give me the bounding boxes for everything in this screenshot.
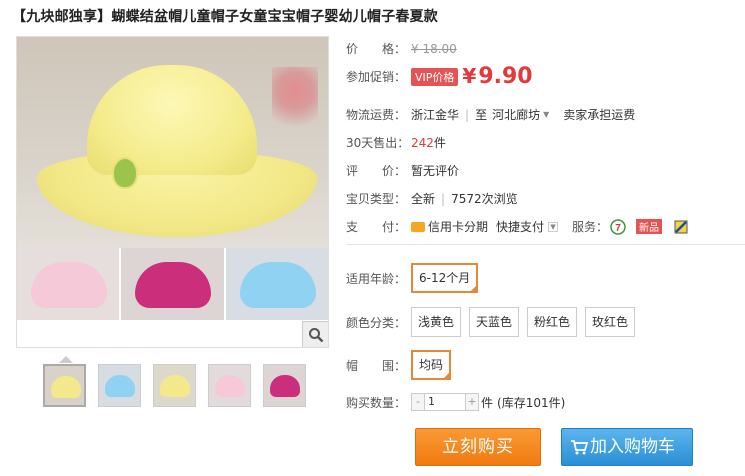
quantity-label: 购买数量：	[346, 395, 407, 410]
svg-text:7: 7	[615, 223, 621, 234]
promo-label: 参加促销：	[346, 70, 407, 84]
payment-label: 支 付：	[346, 220, 407, 234]
color-label: 颜色分类：	[346, 315, 407, 330]
review-value[interactable]: 暂无评价	[411, 162, 459, 179]
color-option-light-yellow[interactable]: 浅黄色	[411, 307, 462, 337]
hat-crown	[87, 65, 257, 175]
vip-price-tag: VIP价格	[411, 67, 459, 86]
quantity-plus-button[interactable]: +	[465, 393, 479, 411]
yellow-hat-photo	[17, 37, 328, 248]
shipping-label: 物流运费：	[346, 108, 407, 122]
thumbnail-rose[interactable]	[263, 364, 306, 407]
type-row: 宝贝类型： 全新 | 7572次浏览	[346, 191, 518, 207]
section-divider	[346, 244, 745, 245]
review-row: 评 价： 暂无评价	[346, 162, 459, 179]
sales-row: 30天售出： 242 件	[346, 134, 446, 151]
sales-unit: 件	[433, 136, 446, 150]
thumbnail-blue[interactable]	[98, 364, 141, 407]
age-option-selected[interactable]: 6-12个月	[411, 263, 479, 293]
shipping-note: 卖家承担运费	[563, 108, 636, 122]
thumbnail-pink[interactable]	[208, 364, 251, 407]
product-title: 【九块邮独享】蝴蝶结盆帽儿童帽子女童宝宝帽子婴幼儿帽子春夏款	[12, 9, 438, 25]
quick-pay-dropdown-icon[interactable]: ▼	[548, 221, 559, 232]
size-label: 帽 围：	[346, 358, 407, 373]
credit-card-icon	[411, 221, 425, 232]
type-value: 全新	[411, 192, 436, 206]
original-price: ¥ 18.00	[411, 41, 457, 56]
chevron-down-icon[interactable]: ▼	[543, 110, 549, 119]
ship-to-select[interactable]: 河北廊坊	[492, 106, 540, 123]
size-option-selected[interactable]: 均码	[411, 350, 452, 380]
size-row: 帽 围： 均码	[346, 350, 459, 380]
yen-symbol: ¥	[462, 64, 477, 88]
hat-badge	[112, 157, 138, 189]
type-label: 宝贝类型：	[346, 192, 407, 206]
magnifier-icon	[308, 327, 323, 342]
price-row: 价 格： ¥ 18.00	[346, 40, 457, 57]
view-count: 7572次浏览	[451, 192, 518, 206]
product-main-image[interactable]	[16, 36, 329, 348]
blue-hat-photo	[225, 248, 328, 320]
payment-row: 支 付： 信用卡分期 快捷支付 ▼ 服务： 7 新品	[346, 218, 688, 235]
sales-label: 30天售出：	[346, 136, 410, 150]
cart-icon	[571, 440, 588, 455]
thumbnail-list	[43, 364, 306, 407]
guarantee-icon[interactable]	[674, 220, 688, 234]
new-badge[interactable]: 新品	[636, 219, 663, 234]
color-option-pink[interactable]: 粉红色	[527, 307, 578, 337]
flower-decoration	[272, 67, 318, 147]
color-option-rose[interactable]: 玫红色	[585, 307, 636, 337]
quantity-stepper: - 1 +	[411, 392, 479, 412]
review-label: 评 价：	[346, 164, 407, 178]
quantity-row: 购买数量： - 1 + 件 (库存101件)	[346, 392, 565, 412]
quantity-unit: 件	[481, 395, 494, 410]
service-label: 服务：	[572, 220, 609, 234]
sales-count: 242	[411, 135, 434, 150]
zoom-button[interactable]	[302, 321, 328, 347]
add-to-cart-label: 加入购物车	[590, 437, 675, 457]
thumb-indicator	[59, 356, 73, 363]
age-label: 适用年龄：	[346, 271, 407, 286]
price-label: 价 格：	[346, 42, 407, 56]
seven-day-return-icon[interactable]: 7	[610, 218, 626, 235]
quick-pay[interactable]: 快捷支付	[496, 218, 544, 235]
age-row: 适用年龄： 6-12个月	[346, 263, 486, 293]
ship-sep: |	[465, 107, 470, 122]
rose-hat-photo	[121, 248, 224, 320]
promo-price-value: 9.90	[478, 64, 533, 89]
buy-now-button[interactable]: 立刻购买	[415, 428, 541, 466]
color-row: 颜色分类： 浅黄色 天蓝色 粉红色 玫红色	[346, 307, 643, 337]
credit-installment[interactable]: 信用卡分期	[428, 218, 488, 235]
shipping-row: 物流运费： 浙江金华 | 至 河北廊坊 ▼ 卖家承担运费	[346, 106, 635, 123]
add-to-cart-button[interactable]: 加入购物车	[561, 428, 693, 466]
stock-text: (库存101件)	[497, 395, 566, 410]
promo-price: ¥9.90	[462, 64, 532, 89]
ship-to-prefix: 至	[475, 108, 488, 122]
thumbnail-yellow-2[interactable]	[153, 364, 196, 407]
pink-hat-photo	[17, 248, 120, 320]
quantity-minus-button[interactable]: -	[411, 393, 425, 411]
promo-row: 参加促销： VIP价格 ¥9.90	[346, 64, 533, 89]
ship-from: 浙江金华	[411, 108, 460, 122]
color-option-sky-blue[interactable]: 天蓝色	[469, 307, 520, 337]
quantity-input[interactable]: 1	[425, 393, 465, 411]
color-variants-strip	[17, 248, 328, 320]
thumbnail-yellow[interactable]	[43, 364, 86, 407]
